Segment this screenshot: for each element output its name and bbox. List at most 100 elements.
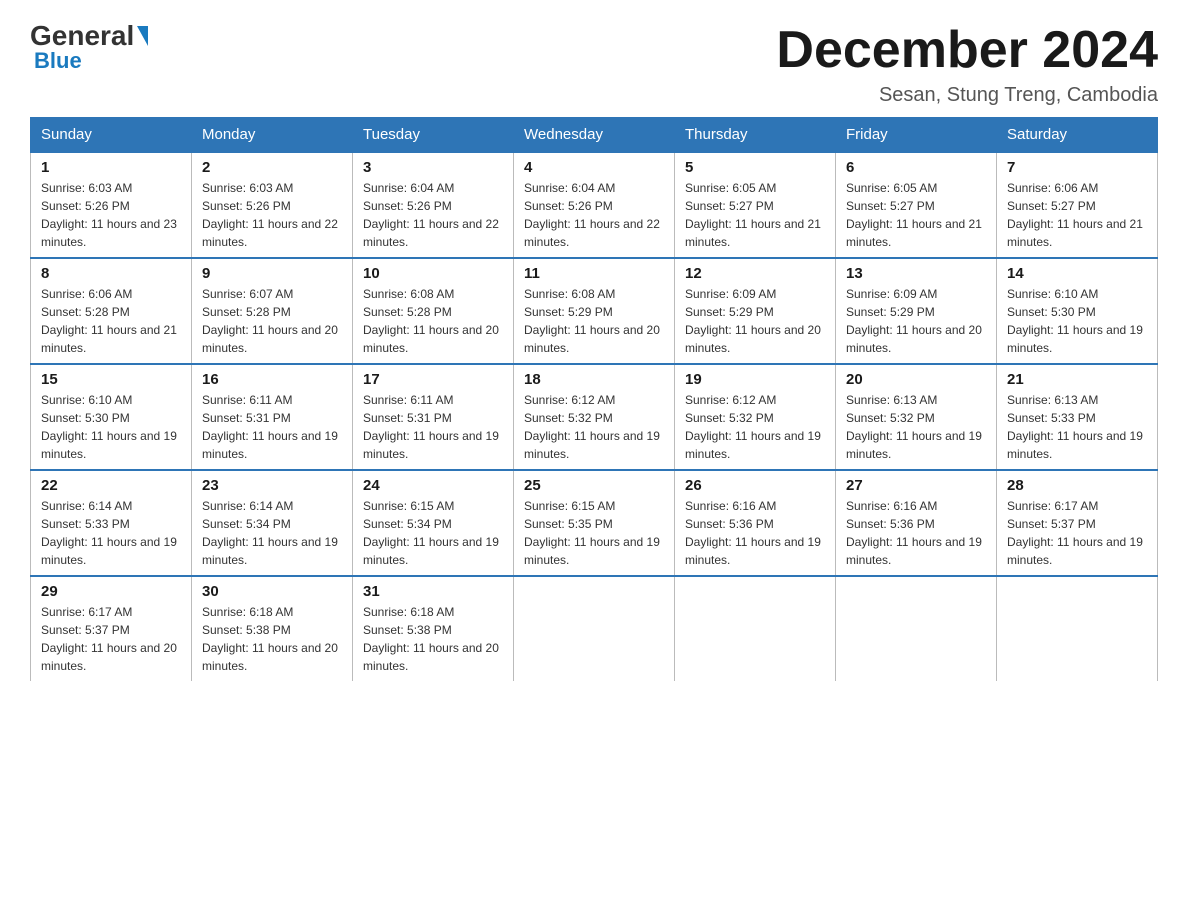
day-info: Sunrise: 6:15 AM Sunset: 5:35 PM Dayligh… [524, 497, 664, 569]
day-number: 13 [846, 265, 986, 282]
day-number: 1 [41, 159, 181, 176]
calendar-day-cell: 20 Sunrise: 6:13 AM Sunset: 5:32 PM Dayl… [836, 364, 997, 470]
day-info: Sunrise: 6:04 AM Sunset: 5:26 PM Dayligh… [524, 179, 664, 251]
day-number: 25 [524, 477, 664, 494]
day-number: 22 [41, 477, 181, 494]
day-info: Sunrise: 6:15 AM Sunset: 5:34 PM Dayligh… [363, 497, 503, 569]
day-number: 14 [1007, 265, 1147, 282]
day-number: 31 [363, 583, 503, 600]
calendar-day-cell: 5 Sunrise: 6:05 AM Sunset: 5:27 PM Dayli… [675, 152, 836, 258]
day-number: 3 [363, 159, 503, 176]
day-info: Sunrise: 6:03 AM Sunset: 5:26 PM Dayligh… [202, 179, 342, 251]
calendar-day-cell [675, 576, 836, 681]
column-header-saturday: Saturday [997, 118, 1158, 153]
day-info: Sunrise: 6:05 AM Sunset: 5:27 PM Dayligh… [685, 179, 825, 251]
title-section: December 2024 Sesan, Stung Treng, Cambod… [776, 20, 1158, 107]
calendar-day-cell: 27 Sunrise: 6:16 AM Sunset: 5:36 PM Dayl… [836, 470, 997, 576]
calendar-day-cell: 29 Sunrise: 6:17 AM Sunset: 5:37 PM Dayl… [31, 576, 192, 681]
calendar-day-cell: 8 Sunrise: 6:06 AM Sunset: 5:28 PM Dayli… [31, 258, 192, 364]
calendar-day-cell: 13 Sunrise: 6:09 AM Sunset: 5:29 PM Dayl… [836, 258, 997, 364]
day-info: Sunrise: 6:03 AM Sunset: 5:26 PM Dayligh… [41, 179, 181, 251]
day-info: Sunrise: 6:13 AM Sunset: 5:32 PM Dayligh… [846, 391, 986, 463]
calendar-day-cell: 21 Sunrise: 6:13 AM Sunset: 5:33 PM Dayl… [997, 364, 1158, 470]
calendar-day-cell: 14 Sunrise: 6:10 AM Sunset: 5:30 PM Dayl… [997, 258, 1158, 364]
calendar-day-cell: 16 Sunrise: 6:11 AM Sunset: 5:31 PM Dayl… [192, 364, 353, 470]
calendar-day-cell: 30 Sunrise: 6:18 AM Sunset: 5:38 PM Dayl… [192, 576, 353, 681]
calendar-table: SundayMondayTuesdayWednesdayThursdayFrid… [30, 117, 1158, 681]
day-number: 10 [363, 265, 503, 282]
calendar-week-row: 29 Sunrise: 6:17 AM Sunset: 5:37 PM Dayl… [31, 576, 1158, 681]
day-info: Sunrise: 6:08 AM Sunset: 5:28 PM Dayligh… [363, 285, 503, 357]
calendar-day-cell: 28 Sunrise: 6:17 AM Sunset: 5:37 PM Dayl… [997, 470, 1158, 576]
day-info: Sunrise: 6:16 AM Sunset: 5:36 PM Dayligh… [846, 497, 986, 569]
logo-blue-text: Blue [34, 48, 82, 74]
day-number: 28 [1007, 477, 1147, 494]
day-info: Sunrise: 6:16 AM Sunset: 5:36 PM Dayligh… [685, 497, 825, 569]
day-number: 30 [202, 583, 342, 600]
calendar-day-cell [514, 576, 675, 681]
day-number: 21 [1007, 371, 1147, 388]
column-header-wednesday: Wednesday [514, 118, 675, 153]
day-info: Sunrise: 6:12 AM Sunset: 5:32 PM Dayligh… [524, 391, 664, 463]
calendar-week-row: 1 Sunrise: 6:03 AM Sunset: 5:26 PM Dayli… [31, 152, 1158, 258]
calendar-day-cell: 23 Sunrise: 6:14 AM Sunset: 5:34 PM Dayl… [192, 470, 353, 576]
column-header-thursday: Thursday [675, 118, 836, 153]
day-number: 17 [363, 371, 503, 388]
calendar-day-cell: 4 Sunrise: 6:04 AM Sunset: 5:26 PM Dayli… [514, 152, 675, 258]
calendar-day-cell [997, 576, 1158, 681]
page-header: General Blue December 2024 Sesan, Stung … [30, 20, 1158, 107]
day-info: Sunrise: 6:14 AM Sunset: 5:33 PM Dayligh… [41, 497, 181, 569]
day-info: Sunrise: 6:11 AM Sunset: 5:31 PM Dayligh… [202, 391, 342, 463]
day-number: 29 [41, 583, 181, 600]
day-number: 16 [202, 371, 342, 388]
day-number: 2 [202, 159, 342, 176]
calendar-day-cell: 3 Sunrise: 6:04 AM Sunset: 5:26 PM Dayli… [353, 152, 514, 258]
month-year-title: December 2024 [776, 20, 1158, 80]
day-number: 15 [41, 371, 181, 388]
day-info: Sunrise: 6:06 AM Sunset: 5:28 PM Dayligh… [41, 285, 181, 357]
calendar-day-cell: 11 Sunrise: 6:08 AM Sunset: 5:29 PM Dayl… [514, 258, 675, 364]
column-header-monday: Monday [192, 118, 353, 153]
logo-triangle-icon [137, 26, 148, 46]
calendar-day-cell: 7 Sunrise: 6:06 AM Sunset: 5:27 PM Dayli… [997, 152, 1158, 258]
day-info: Sunrise: 6:06 AM Sunset: 5:27 PM Dayligh… [1007, 179, 1147, 251]
calendar-day-cell: 10 Sunrise: 6:08 AM Sunset: 5:28 PM Dayl… [353, 258, 514, 364]
day-info: Sunrise: 6:17 AM Sunset: 5:37 PM Dayligh… [1007, 497, 1147, 569]
column-header-tuesday: Tuesday [353, 118, 514, 153]
day-number: 23 [202, 477, 342, 494]
day-info: Sunrise: 6:08 AM Sunset: 5:29 PM Dayligh… [524, 285, 664, 357]
calendar-day-cell [836, 576, 997, 681]
calendar-day-cell: 19 Sunrise: 6:12 AM Sunset: 5:32 PM Dayl… [675, 364, 836, 470]
calendar-header-row: SundayMondayTuesdayWednesdayThursdayFrid… [31, 118, 1158, 153]
day-info: Sunrise: 6:12 AM Sunset: 5:32 PM Dayligh… [685, 391, 825, 463]
day-info: Sunrise: 6:07 AM Sunset: 5:28 PM Dayligh… [202, 285, 342, 357]
calendar-day-cell: 31 Sunrise: 6:18 AM Sunset: 5:38 PM Dayl… [353, 576, 514, 681]
logo: General Blue [30, 20, 149, 74]
calendar-day-cell: 1 Sunrise: 6:03 AM Sunset: 5:26 PM Dayli… [31, 152, 192, 258]
day-info: Sunrise: 6:18 AM Sunset: 5:38 PM Dayligh… [363, 603, 503, 675]
calendar-day-cell: 24 Sunrise: 6:15 AM Sunset: 5:34 PM Dayl… [353, 470, 514, 576]
calendar-week-row: 22 Sunrise: 6:14 AM Sunset: 5:33 PM Dayl… [31, 470, 1158, 576]
calendar-day-cell: 22 Sunrise: 6:14 AM Sunset: 5:33 PM Dayl… [31, 470, 192, 576]
day-number: 8 [41, 265, 181, 282]
day-number: 26 [685, 477, 825, 494]
column-header-friday: Friday [836, 118, 997, 153]
day-number: 7 [1007, 159, 1147, 176]
location-subtitle: Sesan, Stung Treng, Cambodia [776, 84, 1158, 107]
day-number: 11 [524, 265, 664, 282]
day-info: Sunrise: 6:09 AM Sunset: 5:29 PM Dayligh… [685, 285, 825, 357]
calendar-day-cell: 12 Sunrise: 6:09 AM Sunset: 5:29 PM Dayl… [675, 258, 836, 364]
calendar-day-cell: 26 Sunrise: 6:16 AM Sunset: 5:36 PM Dayl… [675, 470, 836, 576]
day-number: 19 [685, 371, 825, 388]
day-info: Sunrise: 6:13 AM Sunset: 5:33 PM Dayligh… [1007, 391, 1147, 463]
day-number: 6 [846, 159, 986, 176]
day-info: Sunrise: 6:10 AM Sunset: 5:30 PM Dayligh… [41, 391, 181, 463]
day-info: Sunrise: 6:05 AM Sunset: 5:27 PM Dayligh… [846, 179, 986, 251]
calendar-week-row: 15 Sunrise: 6:10 AM Sunset: 5:30 PM Dayl… [31, 364, 1158, 470]
calendar-day-cell: 6 Sunrise: 6:05 AM Sunset: 5:27 PM Dayli… [836, 152, 997, 258]
calendar-day-cell: 15 Sunrise: 6:10 AM Sunset: 5:30 PM Dayl… [31, 364, 192, 470]
day-number: 20 [846, 371, 986, 388]
day-info: Sunrise: 6:10 AM Sunset: 5:30 PM Dayligh… [1007, 285, 1147, 357]
calendar-week-row: 8 Sunrise: 6:06 AM Sunset: 5:28 PM Dayli… [31, 258, 1158, 364]
day-info: Sunrise: 6:09 AM Sunset: 5:29 PM Dayligh… [846, 285, 986, 357]
